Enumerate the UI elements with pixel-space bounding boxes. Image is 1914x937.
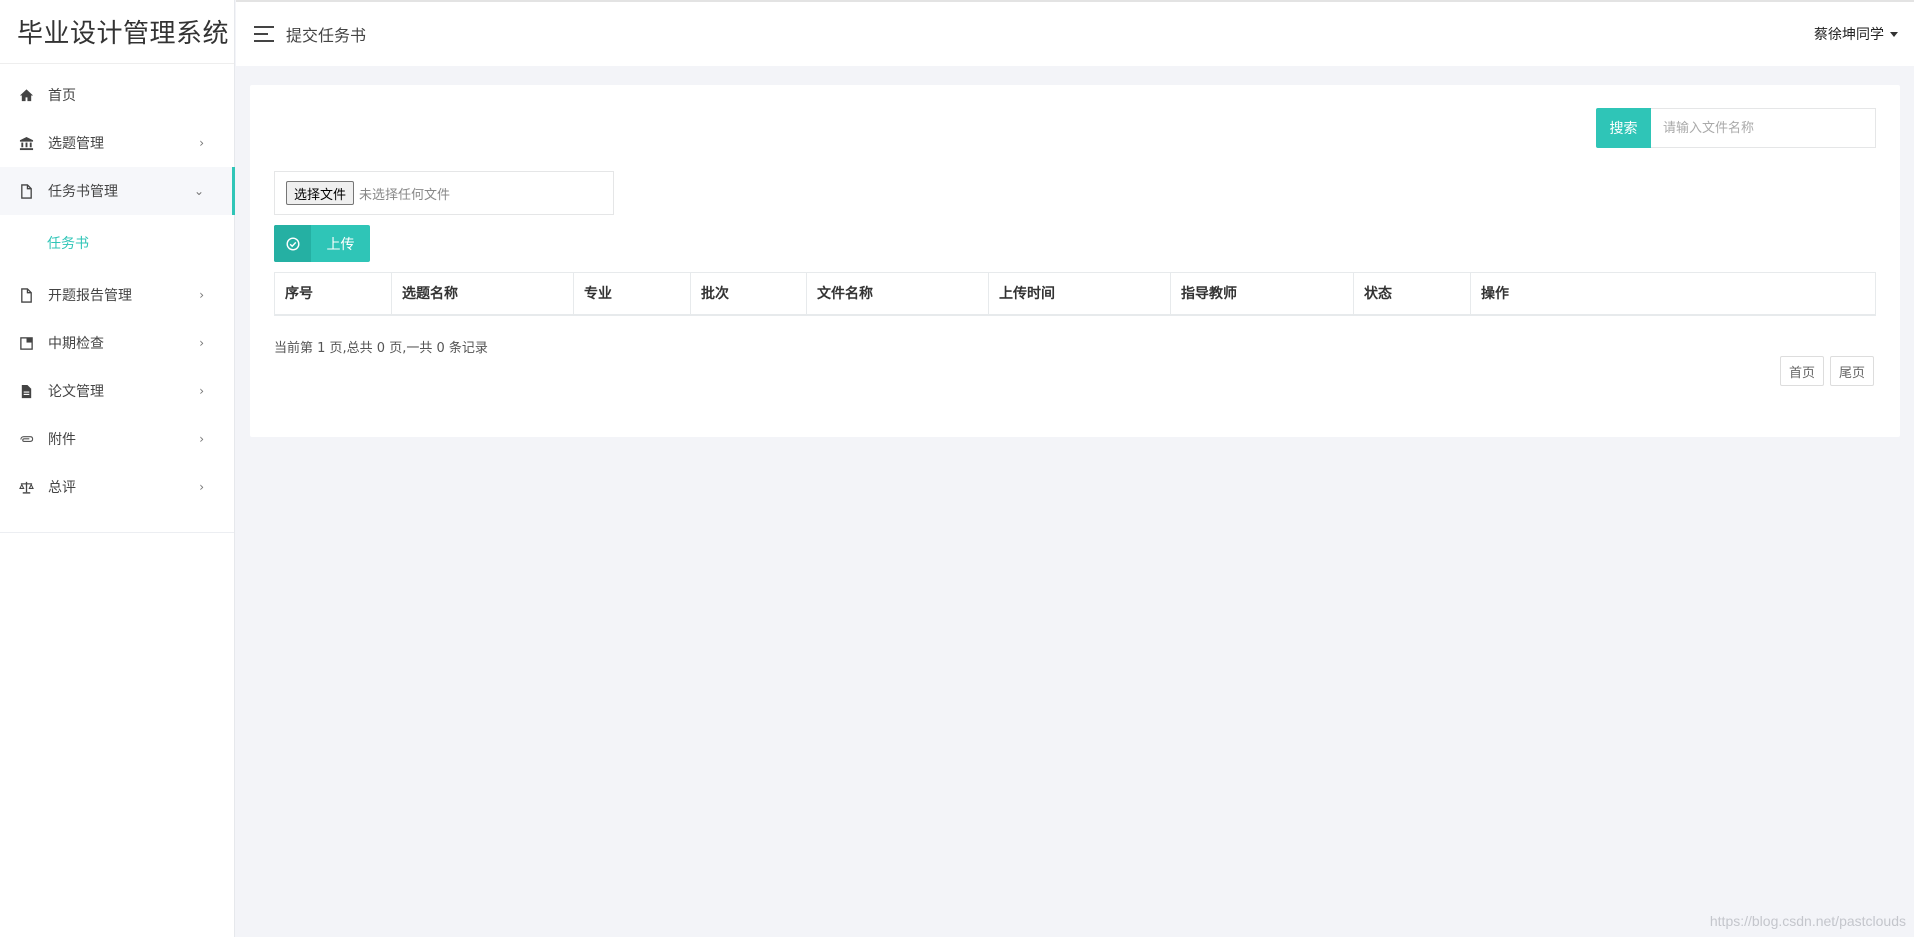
search-input[interactable] bbox=[1651, 108, 1876, 148]
upload-button[interactable]: 上传 bbox=[274, 225, 370, 262]
sidebar-item-taskbook-management[interactable]: 任务书管理 ⌄ bbox=[0, 167, 235, 215]
column-header: 状态 bbox=[1353, 272, 1471, 316]
sidebar-nav: 首页 选题管理 › 任务书管理 ⌄ 任务书 开题报告管理 › 中期检查 › 论文… bbox=[0, 64, 235, 511]
menu-toggle-icon[interactable] bbox=[254, 26, 274, 42]
watermark: https://blog.csdn.net/pastclouds bbox=[1709, 913, 1906, 929]
document-icon bbox=[18, 383, 34, 399]
check-circle-icon bbox=[274, 225, 311, 262]
column-header: 操作 bbox=[1470, 272, 1876, 316]
sidebar-item-attachments[interactable]: 附件 › bbox=[0, 415, 234, 463]
sidebar-item-label: 附件 bbox=[48, 432, 76, 448]
sidebar-subitem-taskbook[interactable]: 任务书 bbox=[0, 215, 234, 271]
column-header: 序号 bbox=[274, 272, 392, 316]
balance-scale-icon bbox=[18, 479, 34, 495]
column-header: 文件名称 bbox=[806, 272, 989, 316]
sidebar-item-proposal-management[interactable]: 开题报告管理 › bbox=[0, 271, 234, 319]
chevron-right-icon: › bbox=[199, 432, 204, 446]
first-page-button[interactable]: 首页 bbox=[1779, 356, 1824, 386]
column-header: 批次 bbox=[690, 272, 807, 316]
pagination: 首页 尾页 bbox=[1779, 356, 1874, 386]
column-header: 选题名称 bbox=[391, 272, 574, 316]
topbar: 提交任务书 蔡徐坤同学 bbox=[236, 0, 1914, 66]
sidebar-subitem-label: 任务书 bbox=[47, 236, 89, 252]
sidebar: 毕业设计管理系统 首页 选题管理 › 任务书管理 ⌄ 任务书 开题报告管理 › … bbox=[0, 0, 235, 937]
sidebar-item-thesis-management[interactable]: 论文管理 › bbox=[0, 367, 234, 415]
pagination-info: 当前第 1 页,总共 0 页,一共 0 条记录 bbox=[274, 341, 488, 356]
chevron-right-icon: › bbox=[199, 136, 204, 150]
page-title: 提交任务书 bbox=[286, 26, 367, 45]
chevron-right-icon: › bbox=[199, 288, 204, 302]
content-card: 搜索 选择文件 未选择任何文件 上传 序号 选题名称 专业 批次 文件名称 上传… bbox=[250, 85, 1900, 437]
chevron-right-icon: › bbox=[199, 384, 204, 398]
sidebar-item-topic-management[interactable]: 选题管理 › bbox=[0, 119, 234, 167]
file-status: 未选择任何文件 bbox=[359, 187, 451, 203]
app-title: 毕业设计管理系统 bbox=[0, 0, 234, 64]
sidebar-item-midterm-check[interactable]: 中期检查 › bbox=[0, 319, 234, 367]
file-icon bbox=[18, 183, 34, 199]
table-header-row: 序号 选题名称 专业 批次 文件名称 上传时间 指导教师 状态 操作 bbox=[274, 272, 1876, 316]
file-picker: 选择文件 未选择任何文件 bbox=[274, 171, 614, 215]
caret-down-icon bbox=[1890, 31, 1898, 37]
sidebar-divider bbox=[0, 532, 234, 533]
home-icon bbox=[18, 87, 34, 103]
sidebar-item-label: 首页 bbox=[48, 88, 76, 104]
notebook-icon bbox=[18, 335, 34, 351]
sidebar-item-label: 总评 bbox=[48, 480, 76, 496]
search-group: 搜索 bbox=[1596, 108, 1876, 148]
chevron-right-icon: › bbox=[199, 480, 204, 494]
paperclip-icon bbox=[18, 431, 34, 447]
sidebar-item-overall-evaluation[interactable]: 总评 › bbox=[0, 463, 234, 511]
sidebar-item-label: 论文管理 bbox=[48, 384, 104, 400]
chevron-right-icon: › bbox=[199, 336, 204, 350]
sidebar-item-label: 中期检查 bbox=[48, 336, 104, 352]
user-menu[interactable]: 蔡徐坤同学 bbox=[1814, 24, 1898, 44]
choose-file-button[interactable]: 选择文件 bbox=[286, 181, 355, 205]
bank-icon bbox=[18, 135, 34, 151]
upload-button-label: 上传 bbox=[326, 236, 355, 253]
sidebar-item-home[interactable]: 首页 bbox=[0, 71, 234, 119]
sidebar-item-label: 开题报告管理 bbox=[48, 288, 132, 304]
file-icon bbox=[18, 287, 34, 303]
chevron-down-icon: ⌄ bbox=[193, 184, 204, 198]
last-page-button[interactable]: 尾页 bbox=[1829, 356, 1874, 386]
taskbook-table: 序号 选题名称 专业 批次 文件名称 上传时间 指导教师 状态 操作 bbox=[274, 272, 1876, 316]
column-header: 专业 bbox=[573, 272, 691, 316]
column-header: 指导教师 bbox=[1170, 272, 1354, 316]
user-name: 蔡徐坤同学 bbox=[1814, 27, 1884, 43]
column-header: 上传时间 bbox=[988, 272, 1171, 316]
sidebar-item-label: 选题管理 bbox=[48, 136, 104, 152]
search-button[interactable]: 搜索 bbox=[1596, 108, 1651, 148]
sidebar-item-label: 任务书管理 bbox=[48, 184, 118, 200]
